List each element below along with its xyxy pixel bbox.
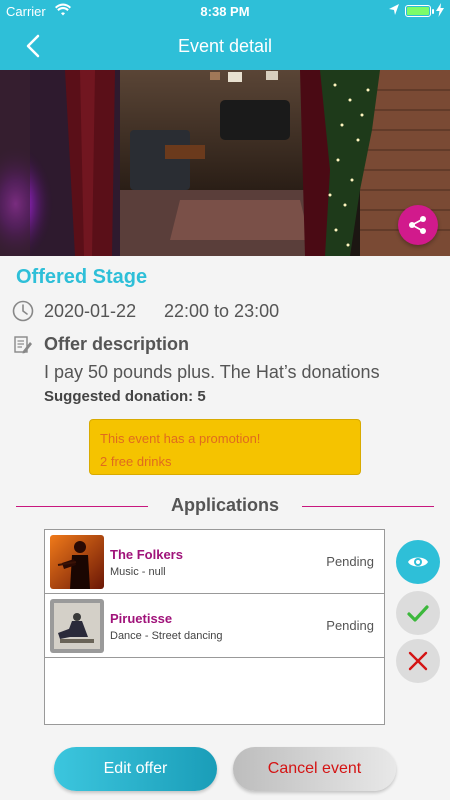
close-icon (408, 651, 428, 671)
applicant-name: Piruetisse (110, 611, 173, 626)
applicant-genre: Dance - Street dancing (110, 630, 223, 642)
event-photo (0, 70, 450, 256)
view-application-button[interactable] (396, 540, 440, 584)
application-status: Pending (326, 554, 374, 569)
location-icon (388, 3, 400, 20)
accept-application-button[interactable] (396, 591, 440, 635)
applicant-name: The Folkers (110, 547, 183, 562)
clock: 8:38 PM (200, 4, 250, 19)
edit-offer-button[interactable]: Edit offer (54, 747, 217, 791)
eye-icon (408, 557, 428, 567)
divider-right (302, 506, 434, 507)
applicant-avatar (50, 535, 104, 589)
applications-list: The Folkers Music - null Pending Pirueti… (44, 529, 385, 725)
applicant-genre: Music - null (110, 566, 166, 578)
clock-icon (12, 300, 34, 327)
bolt-icon (436, 3, 444, 20)
nav-bar: Event detail (0, 22, 450, 70)
status-bar: Carrier 8:38 PM (0, 0, 450, 22)
share-button[interactable] (398, 205, 438, 245)
applicant-avatar (50, 599, 104, 653)
event-date: 2020-01-22 (44, 301, 137, 321)
check-icon (407, 605, 429, 622)
cancel-event-button[interactable]: Cancel event (233, 747, 396, 791)
promotion-banner: This event has a promotion! 2 free drink… (89, 419, 361, 475)
reject-application-button[interactable] (396, 639, 440, 683)
event-time-range: 22:00 to 23:00 (164, 301, 280, 321)
description-text: I pay 50 pounds plus. The Hat’s donation… (44, 362, 380, 382)
application-status: Pending (326, 618, 374, 633)
promotion-line-2: 2 free drinks (100, 454, 172, 469)
share-icon (409, 216, 426, 234)
list-item[interactable]: Piruetisse Dance - Street dancing Pendin… (45, 594, 384, 658)
suggested-donation: Suggested donation: 5 (44, 388, 206, 405)
page-title: Event detail (177, 36, 273, 56)
note-icon (13, 335, 33, 360)
battery-icon (405, 5, 434, 17)
list-item[interactable]: The Folkers Music - null Pending (45, 530, 384, 594)
description-heading: Offer description (44, 334, 190, 354)
event-title: Offered Stage (16, 266, 148, 288)
promotion-line-1: This event has a promotion! (100, 431, 261, 446)
